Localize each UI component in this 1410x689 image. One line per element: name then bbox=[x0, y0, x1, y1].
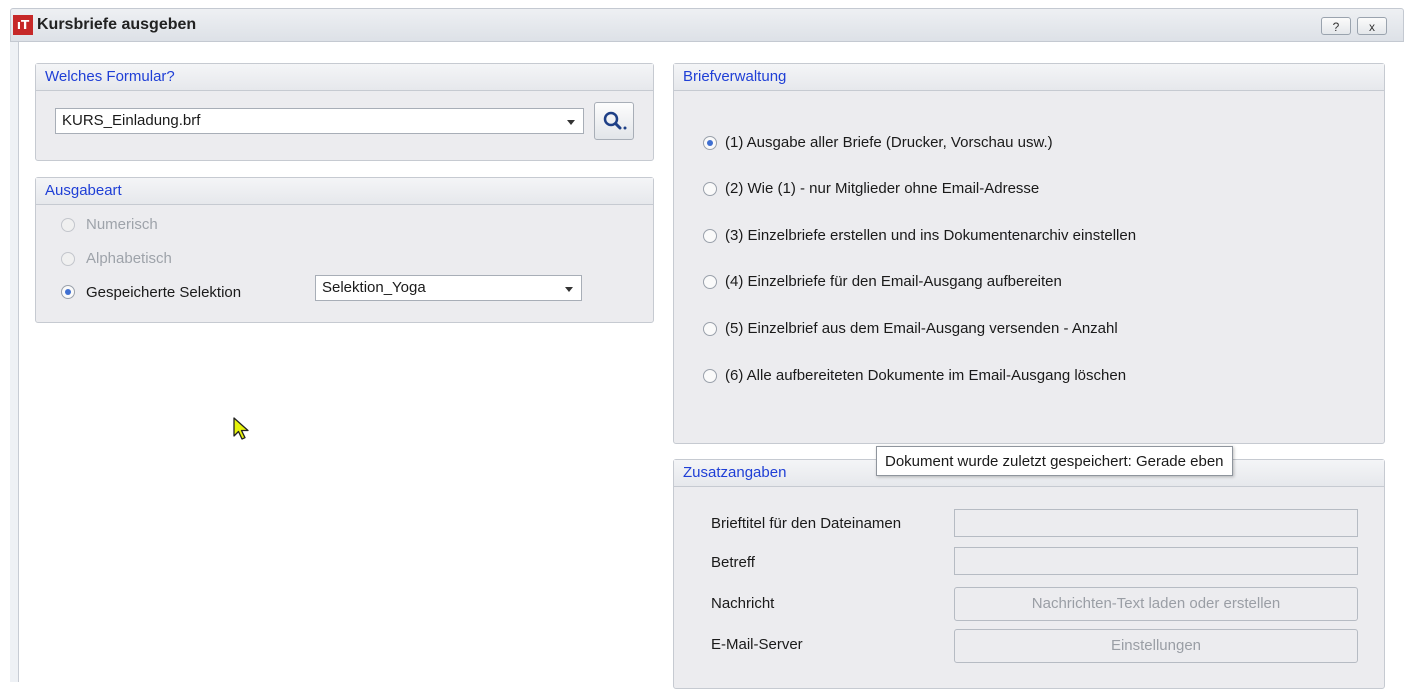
email-server-label: E-Mail-Server bbox=[711, 636, 803, 653]
betreff-label: Betreff bbox=[711, 554, 755, 571]
radio-option-1-label: (1) Ausgabe aller Briefe (Drucker, Vorsc… bbox=[725, 134, 1053, 151]
mouse-cursor-icon bbox=[233, 417, 249, 440]
radio-alphabetisch[interactable] bbox=[61, 252, 75, 266]
chevron-down-icon[interactable] bbox=[565, 287, 573, 292]
radio-option-3-label: (3) Einzelbriefe erstellen und ins Dokum… bbox=[725, 227, 1137, 244]
radio-option-3[interactable] bbox=[703, 229, 717, 243]
formular-search-button[interactable] bbox=[594, 102, 634, 140]
brieftitel-input[interactable] bbox=[954, 509, 1358, 537]
radio-option-5-label: (5) Einzelbrief aus dem Email-Ausgang ve… bbox=[725, 320, 1118, 337]
formular-group-header: Welches Formular? bbox=[36, 64, 653, 91]
betreff-input[interactable] bbox=[954, 547, 1358, 575]
radio-numerisch[interactable] bbox=[61, 218, 75, 232]
radio-numerisch-label: Numerisch bbox=[86, 216, 158, 233]
close-button[interactable]: x bbox=[1357, 17, 1387, 35]
radio-option-2-label: (2) Wie (1) - nur Mitglieder ohne Email-… bbox=[725, 180, 1040, 197]
ausgabeart-group-header: Ausgabeart bbox=[36, 178, 653, 205]
radio-gespeicherte-selektion-label: Gespeicherte Selektion bbox=[86, 284, 242, 301]
help-button[interactable]: ? bbox=[1321, 17, 1351, 35]
radio-option-4-label: (4) Einzelbriefe für den Email-Ausgang a… bbox=[725, 273, 1062, 290]
briefverwaltung-group-header: Briefverwaltung bbox=[674, 64, 1384, 91]
radio-option-4[interactable] bbox=[703, 275, 717, 289]
window-titlebar: ıT Kursbriefe ausgeben ? x bbox=[10, 8, 1404, 42]
selektion-combobox-value: Selektion_Yoga bbox=[322, 279, 426, 296]
radio-gespeicherte-selektion[interactable] bbox=[61, 285, 75, 299]
briefverwaltung-group: Briefverwaltung (1) Ausgabe aller Briefe… bbox=[673, 63, 1385, 444]
app-logo-icon: ıT bbox=[13, 15, 33, 35]
radio-option-2[interactable] bbox=[703, 182, 717, 196]
search-icon bbox=[603, 111, 627, 130]
zusatzangaben-group: Zusatzangaben Brieftitel für den Dateina… bbox=[673, 459, 1385, 689]
formular-group: Welches Formular? KURS_Einladung.brf bbox=[35, 63, 654, 161]
nachricht-button[interactable]: Nachrichten-Text laden oder erstellen bbox=[954, 587, 1358, 621]
radio-option-5[interactable] bbox=[703, 322, 717, 336]
save-status-tooltip: Dokument wurde zuletzt gespeichert: Gera… bbox=[876, 446, 1233, 476]
radio-alphabetisch-label: Alphabetisch bbox=[86, 250, 172, 267]
ausgabeart-group: Ausgabeart Numerisch Alphabetisch Gespei… bbox=[35, 177, 654, 323]
radio-option-6[interactable] bbox=[703, 369, 717, 383]
nachricht-label: Nachricht bbox=[711, 595, 775, 612]
einstellungen-button[interactable]: Einstellungen bbox=[954, 629, 1358, 663]
radio-option-6-label: (6) Alle aufbereiteten Dokumente im Emai… bbox=[725, 367, 1127, 384]
window-left-border bbox=[10, 42, 19, 682]
radio-option-1[interactable] bbox=[703, 136, 717, 150]
formular-combobox-value: KURS_Einladung.brf bbox=[62, 112, 201, 129]
formular-combobox[interactable]: KURS_Einladung.brf bbox=[55, 108, 584, 134]
chevron-down-icon[interactable] bbox=[567, 120, 575, 125]
selektion-combobox[interactable]: Selektion_Yoga bbox=[315, 275, 582, 301]
brieftitel-label: Brieftitel für den Dateinamen bbox=[711, 515, 902, 532]
window-title: Kursbriefe ausgeben bbox=[37, 16, 197, 33]
